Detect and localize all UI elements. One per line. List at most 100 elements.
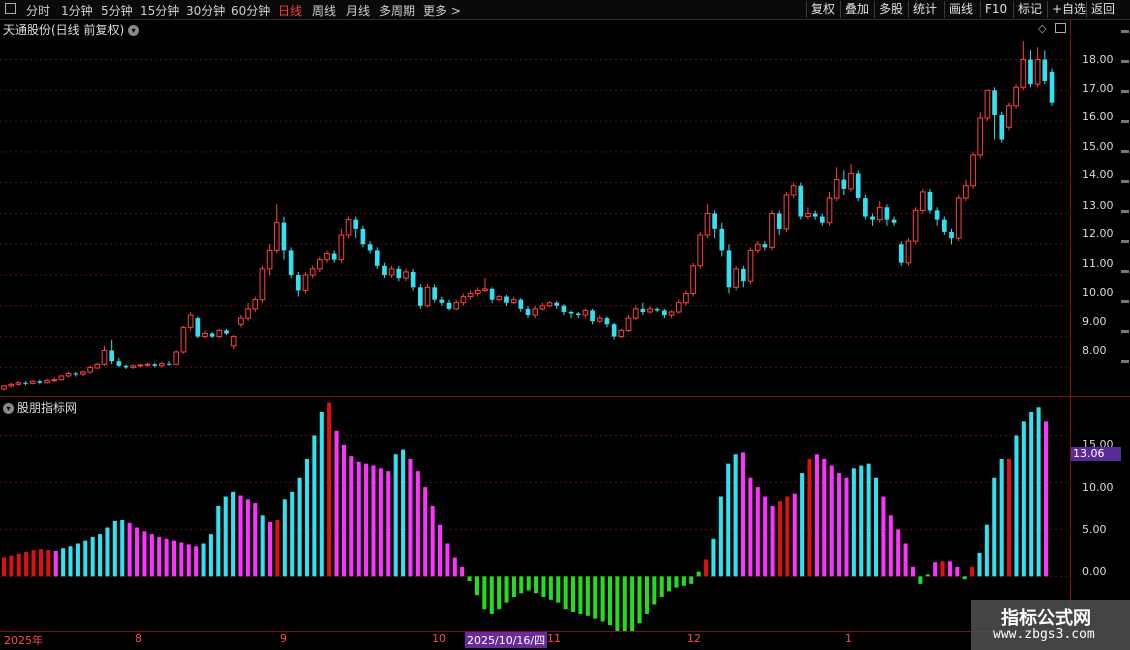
candle-body: [482, 288, 488, 291]
indicator-bar: [910, 566, 916, 577]
indicator-bar: [83, 540, 88, 577]
candle-body: [166, 363, 172, 365]
indicator-bar: [474, 576, 479, 596]
candle-body: [1028, 59, 1033, 85]
candle-body: [1006, 105, 1012, 128]
candle-body: [654, 308, 660, 311]
candle-body: [453, 302, 460, 310]
candle-body: [1034, 59, 1041, 85]
indicator-bar: [622, 576, 627, 631]
candle-body: [841, 179, 847, 189]
indicator-bar: [349, 456, 354, 577]
candle-body: [949, 231, 954, 239]
back-button[interactable]: 返回: [1086, 1, 1119, 18]
indicator-bar: [378, 468, 383, 577]
candle-body: [525, 308, 531, 316]
indicator-bar: [297, 477, 302, 577]
candle-body: [202, 333, 208, 338]
indicator-bar: [327, 402, 332, 577]
candle-body: [374, 250, 380, 266]
indicator-bar: [38, 549, 43, 577]
candle-body: [144, 363, 151, 366]
indicator-bar: [541, 576, 546, 598]
side-info-strip: [1119, 20, 1130, 400]
date-label: 10: [432, 632, 446, 645]
indicator-bar: [497, 576, 502, 610]
indicator-bar: [807, 458, 812, 577]
candle-body: [37, 381, 43, 383]
indicator-bar: [777, 501, 782, 577]
right-axis-line: [1070, 19, 1071, 631]
indicator-bar: [53, 550, 58, 577]
candle-body: [575, 313, 581, 316]
candle-body: [1013, 86, 1019, 107]
candle-body: [489, 288, 495, 300]
indicator-bar: [785, 496, 790, 577]
candle-body: [719, 228, 725, 251]
candle-body: [367, 244, 373, 251]
candle-body: [762, 244, 768, 248]
indicator-bar: [600, 576, 605, 622]
candle-body: [769, 212, 775, 248]
candle-body: [783, 194, 790, 230]
indicator-bar: [822, 458, 827, 577]
candle-body: [65, 373, 72, 377]
candle-body: [474, 289, 481, 294]
candle-body: [29, 380, 36, 384]
chart-canvas: [0, 41, 1070, 631]
indicator-bar: [740, 452, 746, 577]
candle-body: [44, 379, 50, 384]
candle-body: [331, 253, 337, 260]
candle-body: [123, 365, 129, 368]
indicator-bar: [689, 576, 694, 584]
indicator-bar: [201, 543, 206, 577]
candle-body: [216, 329, 223, 338]
indicator-bar: [770, 505, 775, 577]
indicator-bar: [519, 576, 524, 594]
watermark-url: www.zbgs3.com: [993, 627, 1095, 642]
indicator-bar: [415, 471, 420, 577]
indicator-bar: [341, 444, 346, 577]
candle-body: [80, 371, 86, 375]
candle-body: [855, 173, 861, 199]
indicator-bar: [578, 576, 583, 614]
indicator-bar: [231, 491, 236, 577]
candle-body: [382, 265, 387, 276]
indicator-bar: [290, 491, 295, 577]
candle-body: [87, 366, 93, 373]
indicator-bar: [748, 477, 753, 577]
candle-body: [238, 317, 244, 325]
candle-body: [712, 213, 717, 229]
indicator-bar: [90, 536, 95, 577]
candle-body: [8, 383, 15, 387]
indicator-bar: [585, 576, 590, 616]
indicator-bar: [134, 527, 140, 577]
indicator-bar: [75, 543, 80, 577]
candle-body: [245, 308, 251, 319]
candle-body: [317, 259, 323, 270]
candle-body: [819, 216, 825, 223]
price-tick: 17.00: [1082, 82, 1114, 95]
candle-body: [992, 90, 997, 115]
candle-body: [288, 250, 294, 276]
candle-body: [805, 212, 811, 218]
indicator-bar: [962, 576, 967, 580]
indicator-bar: [925, 574, 930, 577]
indicator-bar: [733, 454, 738, 577]
indicator-bar: [467, 576, 472, 582]
indicator-bar: [652, 576, 657, 605]
indicator-bar: [253, 503, 258, 577]
indicator-bar: [386, 471, 391, 577]
indicator-bar: [977, 552, 982, 577]
date-label: 2025年: [4, 634, 43, 647]
candle-body: [187, 314, 194, 328]
candle-body: [410, 271, 416, 288]
candle-body: [109, 350, 115, 362]
candle-body: [173, 351, 180, 365]
candle-body: [195, 318, 201, 337]
price-tick: 10.00: [1082, 286, 1114, 299]
indicator-bar: [681, 576, 686, 586]
candle-body: [554, 302, 560, 306]
candle-body: [94, 363, 101, 369]
candle-body: [640, 308, 646, 312]
